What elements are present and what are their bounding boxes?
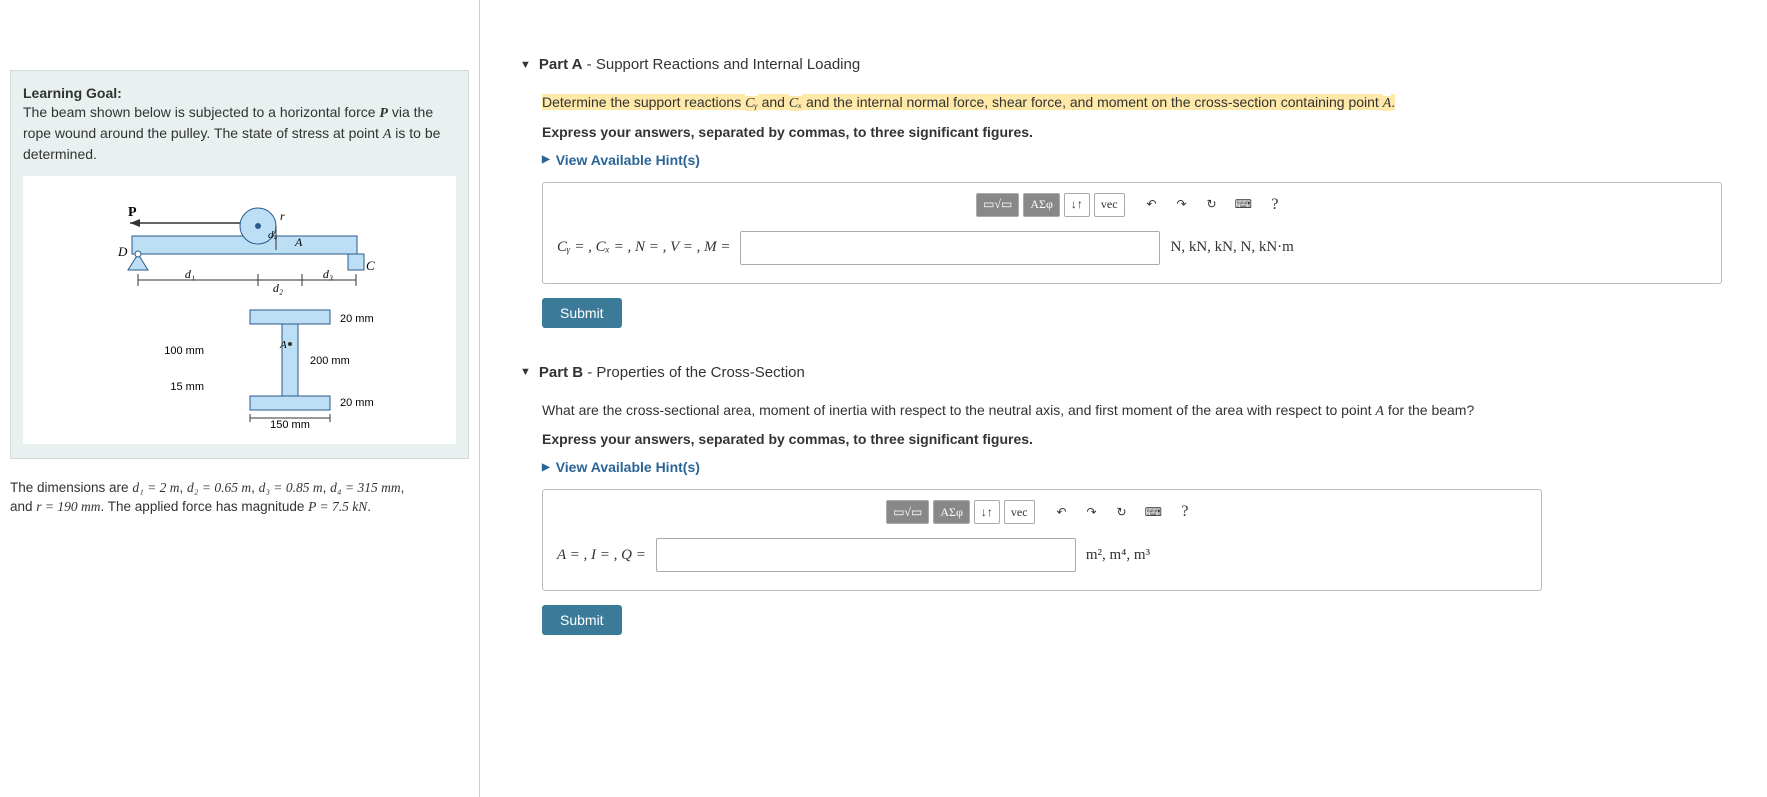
help-icon[interactable]: ?	[1262, 193, 1288, 217]
fig-P: P	[128, 205, 137, 220]
caret-right-icon: ▶	[542, 462, 550, 473]
part-a-instructions: Express your answers, separated by comma…	[542, 124, 1747, 140]
d4eq: d₄ = 315 mm	[330, 480, 400, 495]
part-b-submit-button[interactable]: Submit	[542, 605, 622, 635]
greek-button[interactable]: ΑΣφ	[933, 500, 970, 524]
part-a-subtitle: - Support Reactions and Internal Loading	[583, 56, 861, 73]
dim-end: .	[367, 499, 371, 514]
part-b-body: What are the cross-sectional area, momen…	[542, 401, 1747, 636]
part-b-header[interactable]: ▼ Part B - Properties of the Cross-Secti…	[520, 364, 1747, 381]
part-a-question: Determine the support reactions Cᵧ and C…	[542, 93, 1747, 114]
q-post: and the internal normal force, shear for…	[802, 94, 1383, 110]
fig-r: r	[280, 209, 285, 223]
beam-diagram-svg: P D C A r d₄ d₁ d₂ d₃	[90, 180, 390, 440]
templates-button[interactable]: ▭√▭	[886, 500, 929, 524]
left-panel: Learning Goal: The beam shown below is s…	[0, 0, 480, 797]
fig-d4: d₄	[268, 229, 278, 241]
fig-d3: d₃	[322, 267, 332, 281]
fig-20a: 20 mm	[340, 313, 374, 325]
reset-icon[interactable]: ↻	[1199, 193, 1225, 217]
part-a-answer-input[interactable]	[740, 231, 1160, 265]
templates-button[interactable]: ▭√▭	[976, 193, 1019, 217]
part-a-header[interactable]: ▼ Part A - Support Reactions and Interna…	[520, 56, 1747, 73]
q-Cy: Cᵧ	[745, 96, 758, 111]
fig-15: 15 mm	[170, 381, 204, 393]
q-A: A	[1383, 96, 1392, 111]
d3eq: d₃ = 0.85 m	[259, 480, 323, 495]
reset-icon[interactable]: ↻	[1109, 500, 1135, 524]
vec-button[interactable]: vec	[1094, 193, 1125, 217]
q-Cx: Cₓ	[789, 96, 802, 111]
caret-down-icon: ▼	[520, 59, 531, 71]
part-b-lhs: A = , I = , Q =	[557, 547, 646, 564]
problem-figure: P D C A r d₄ d₁ d₂ d₃	[23, 176, 456, 444]
q-end: .	[1391, 94, 1395, 110]
part-b-hints-toggle[interactable]: ▶ View Available Hint(s)	[542, 459, 1747, 475]
dim-mid: . The applied force has magnitude	[101, 499, 309, 514]
goal-title: Learning Goal:	[23, 85, 456, 101]
part-b-label: Part B	[539, 364, 583, 381]
part-b-question: What are the cross-sectional area, momen…	[542, 401, 1747, 422]
redo-icon[interactable]: ↷	[1079, 500, 1105, 524]
hints-label-b: View Available Hint(s)	[556, 459, 700, 475]
part-b-answer-box: ▭√▭ ΑΣφ ↓↑ vec ↶ ↷ ↻ ⌨ ? A = , I = , Q =…	[542, 489, 1542, 591]
fig-20b: 20 mm	[340, 397, 374, 409]
part-b-answer-input[interactable]	[656, 538, 1076, 572]
fig-C: C	[366, 258, 375, 273]
d1eq: d₁ = 2 m	[132, 480, 179, 495]
fig-200: 200 mm	[310, 355, 350, 367]
part-a-body: Determine the support reactions Cᵧ and C…	[542, 93, 1747, 328]
fig-D: D	[117, 244, 128, 259]
qb-A: A	[1375, 404, 1384, 419]
keyboard-icon[interactable]: ⌨	[1229, 193, 1258, 217]
part-a-lhs: Cᵧ = , Cₓ = , N = , V = , M =	[557, 239, 730, 256]
help-icon[interactable]: ?	[1172, 500, 1198, 524]
fig-150: 150 mm	[270, 419, 310, 431]
part-a-units: N, kN, kN, N, kN·m	[1170, 239, 1293, 256]
part-b-units: m², m⁴, m³	[1086, 547, 1150, 564]
var-P: P	[379, 106, 388, 121]
qb-post: for the beam?	[1384, 402, 1474, 418]
Peq: P = 7.5 kN	[308, 499, 367, 514]
fig-d2: d₂	[272, 281, 282, 295]
dim-pre: The dimensions are	[10, 480, 132, 495]
vec-button[interactable]: vec	[1004, 500, 1035, 524]
part-a-input-row: Cᵧ = , Cₓ = , N = , V = , M = N, kN, kN,…	[543, 223, 1721, 283]
q-hi-pre: Determine the support reactions	[542, 94, 745, 110]
subscript-button[interactable]: ↓↑	[1064, 193, 1090, 217]
fig-A: A	[294, 235, 303, 249]
caret-right-icon: ▶	[542, 154, 550, 165]
part-b-subtitle: - Properties of the Cross-Section	[583, 364, 805, 381]
fig-100: 100 mm	[164, 345, 204, 357]
q-and: and	[758, 94, 789, 110]
goal-text: The beam shown below is subjected to a h…	[23, 103, 456, 164]
keyboard-icon[interactable]: ⌨	[1139, 500, 1168, 524]
fig-d1: d₁	[184, 267, 194, 281]
part-a-label: Part A	[539, 56, 583, 73]
hints-label: View Available Hint(s)	[556, 152, 700, 168]
equation-toolbar-b: ▭√▭ ΑΣφ ↓↑ vec ↶ ↷ ↻ ⌨ ?	[543, 490, 1541, 530]
req: r = 190 mm	[36, 499, 100, 514]
part-a-submit-button[interactable]: Submit	[542, 298, 622, 328]
greek-button[interactable]: ΑΣφ	[1023, 193, 1060, 217]
caret-down-icon: ▼	[520, 366, 531, 378]
subscript-button[interactable]: ↓↑	[974, 500, 1000, 524]
part-b-title: Part B - Properties of the Cross-Section	[539, 364, 805, 381]
part-b-input-row: A = , I = , Q = m², m⁴, m³	[543, 530, 1541, 590]
svg-text:A: A	[279, 339, 287, 351]
goal-text-pre: The beam shown below is subjected to a h…	[23, 104, 379, 120]
part-b-instructions: Express your answers, separated by comma…	[542, 431, 1747, 447]
part-a-answer-box: ▭√▭ ΑΣφ ↓↑ vec ↶ ↷ ↻ ⌨ ? Cᵧ = , Cₓ = , N…	[542, 182, 1722, 284]
part-a-hints-toggle[interactable]: ▶ View Available Hint(s)	[542, 152, 1747, 168]
undo-icon[interactable]: ↶	[1139, 193, 1165, 217]
undo-icon[interactable]: ↶	[1049, 500, 1075, 524]
right-panel: ▼ Part A - Support Reactions and Interna…	[480, 0, 1767, 797]
redo-icon[interactable]: ↷	[1169, 193, 1195, 217]
d2eq: d₂ = 0.65 m	[187, 480, 251, 495]
learning-goal-box: Learning Goal: The beam shown below is s…	[10, 70, 469, 459]
qb-pre: What are the cross-sectional area, momen…	[542, 402, 1375, 418]
equation-toolbar-a: ▭√▭ ΑΣφ ↓↑ vec ↶ ↷ ↻ ⌨ ?	[543, 183, 1721, 223]
dimensions-text: The dimensions are d₁ = 2 m, d₂ = 0.65 m…	[10, 479, 469, 517]
part-a-title: Part A - Support Reactions and Internal …	[539, 56, 860, 73]
